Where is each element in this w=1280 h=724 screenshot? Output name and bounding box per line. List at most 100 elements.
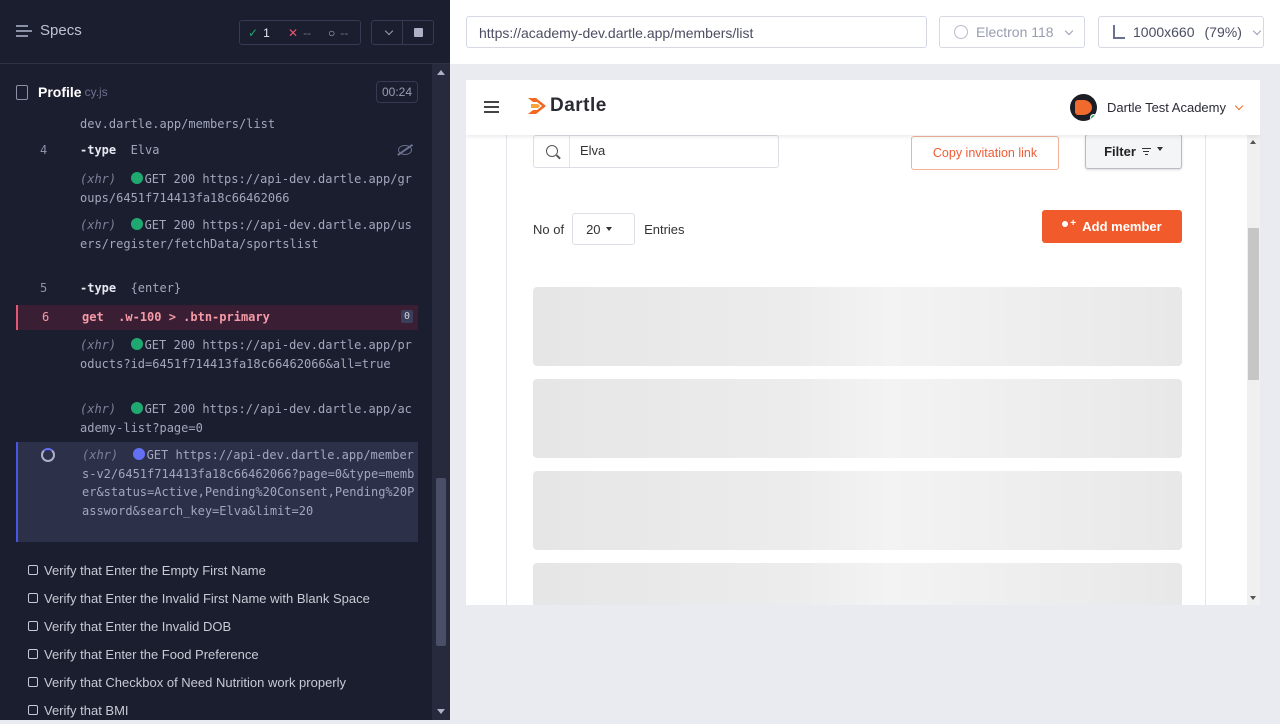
entries-value: 20 [586,221,601,237]
checkbox-icon [28,649,38,659]
command-arg: .w-100 > .btn-primary [118,310,270,324]
viewport-scale: (79%) [1204,24,1242,40]
chevron-down-icon [1064,26,1073,35]
xhr-url: GET 200 https://api-dev.dartle.app/users… [80,218,412,251]
scroll-up-icon[interactable] [1250,140,1256,144]
log-row-type[interactable]: 5 -type {enter} [16,279,418,301]
app-scrollbar[interactable] [1247,135,1260,605]
xhr-url: GET 200 https://api-dev.dartle.app/acade… [80,402,412,435]
test-item[interactable]: Verify that Checkbox of Need Nutrition w… [28,668,428,696]
log-row-xhr[interactable]: (xhr) GET 200 https://api-dev.dartle.app… [16,336,418,394]
filter-icon [1141,148,1151,156]
chevron-down-icon [1252,26,1262,35]
pending-circle-icon: ○ [328,25,336,40]
viewport-selector[interactable]: 1000x660 (79%) [1098,16,1264,48]
log-row-xhr[interactable]: (xhr) GET 200 https://api-dev.dartle.app… [16,170,418,210]
app-header: Dartle Dartle Test Academy [466,80,1260,135]
checkbox-icon [28,593,38,603]
reporter-scrollbar[interactable] [432,64,450,720]
log-row-failed[interactable]: 6 get .w-100 > .btn-primary 0 [16,305,418,330]
test-item[interactable]: Verify that Enter the Food Preference [28,640,428,668]
hamburger-menu-icon[interactable] [484,101,499,113]
member-search[interactable] [533,135,779,168]
failed-count: -- [303,25,312,40]
test-title: Verify that Checkbox of Need Nutrition w… [44,674,347,690]
scrollbar-thumb[interactable] [1248,228,1259,380]
test-item[interactable]: Verify that Enter the Invalid DOB [28,612,428,640]
check-icon: ✓ [248,25,259,40]
scroll-down-icon[interactable] [1250,596,1256,600]
specs-toggle[interactable]: Specs [16,22,82,39]
log-row-type[interactable]: 4 -type Elva [16,141,418,163]
xhr-label: (xhr) [80,172,117,186]
command-name: -type [80,281,117,295]
browser-label: Electron 118 [976,24,1054,40]
xhr-url: GET 200 https://api-dev.dartle.app/group… [80,172,412,205]
aut-url-bar[interactable]: https://academy-dev.dartle.app/members/l… [466,16,927,48]
stop-button[interactable] [402,20,434,45]
skeleton-row [533,379,1182,458]
dartle-logo-mark-icon [526,95,548,117]
account-menu[interactable]: Dartle Test Academy [1070,94,1244,121]
xhr-url: GET 200 https://api-dev.dartle.app/produ… [80,338,412,371]
xhr-label: (xhr) [80,338,117,352]
log-number: 4 [40,143,48,157]
eye-slash-icon[interactable] [398,145,412,155]
loading-spinner-icon [41,448,55,462]
checkbox-icon [28,565,38,575]
test-list: Verify that Enter the Empty First Name V… [28,556,428,724]
status-dot-icon [132,448,145,460]
test-item[interactable]: Verify that Enter the Empty First Name [28,556,428,584]
chevron-down-icon [384,26,394,36]
browser-selector[interactable]: Electron 118 [939,16,1085,48]
scroll-down-icon[interactable] [437,709,445,714]
dartle-logo[interactable]: Dartle [526,95,607,117]
xhr-url: GET https://api-dev.dartle.app/members-v… [82,448,415,518]
checkbox-icon [28,705,38,715]
scroll-up-icon[interactable] [437,70,445,75]
aut-toolbar: https://academy-dev.dartle.app/members/l… [450,0,1280,64]
search-icon [546,145,558,157]
command-log: dev.dartle.app/members/list 4 -type Elva… [16,112,418,544]
cypress-reporter: Specs ✓ 1 ✕ -- ○ -- Profile cy.js 00:24 … [0,0,450,720]
failed-stat: ✕ -- [280,26,320,40]
copy-invitation-link-button[interactable]: Copy invitation link [911,136,1059,170]
viewport-size: 1000x660 [1133,24,1195,40]
brand-name: Dartle [550,95,607,116]
caret-down-icon [605,227,612,231]
filter-button[interactable]: Filter [1085,134,1182,169]
reporter-toolbar: Specs ✓ 1 ✕ -- ○ -- [0,0,450,64]
ruler-icon [1113,25,1125,39]
scrollbar-thumb[interactable] [436,478,446,646]
command-arg: {enter} [130,281,182,295]
spec-duration: 00:24 [375,81,418,103]
entries-select[interactable]: 20 [572,213,636,245]
file-icon [16,84,28,100]
spec-name: Profile [38,84,82,100]
add-member-button[interactable]: Add member [1042,210,1182,243]
expand-collapse-button[interactable] [371,20,403,45]
specs-label: Specs [40,22,82,39]
skeleton-row [533,287,1182,366]
x-icon: ✕ [288,25,299,40]
status-dot-icon [130,218,143,230]
log-row-xhr[interactable]: (xhr) GET 200 https://api-dev.dartle.app… [16,400,418,440]
command-name: -type [80,143,117,157]
log-row-xhr[interactable]: (xhr) GET 200 https://api-dev.dartle.app… [16,216,418,274]
xhr-label: (xhr) [80,402,117,416]
xhr-label: (xhr) [80,218,117,232]
entries-control: No of 20 Entries [533,213,685,245]
log-row[interactable]: dev.dartle.app/members/list [16,115,418,135]
log-number: 5 [40,281,48,295]
app-under-test: Dartle Dartle Test Academy Copy invitati… [466,80,1260,605]
test-item[interactable]: Verify that Enter the Invalid First Name… [28,584,428,612]
search-input[interactable] [580,143,770,158]
test-title: Verify that Enter the Invalid First Name… [44,590,370,606]
checkbox-icon [28,621,38,631]
test-stats: ✓ 1 ✕ -- ○ -- [239,20,361,45]
specs-list-icon [16,24,32,38]
log-row-xhr-pending[interactable]: (xhr) GET https://api-dev.dartle.app/mem… [16,442,418,542]
entries-prefix: No of [533,221,565,237]
pending-count: -- [340,25,349,40]
filter-label: Filter [1104,144,1136,159]
